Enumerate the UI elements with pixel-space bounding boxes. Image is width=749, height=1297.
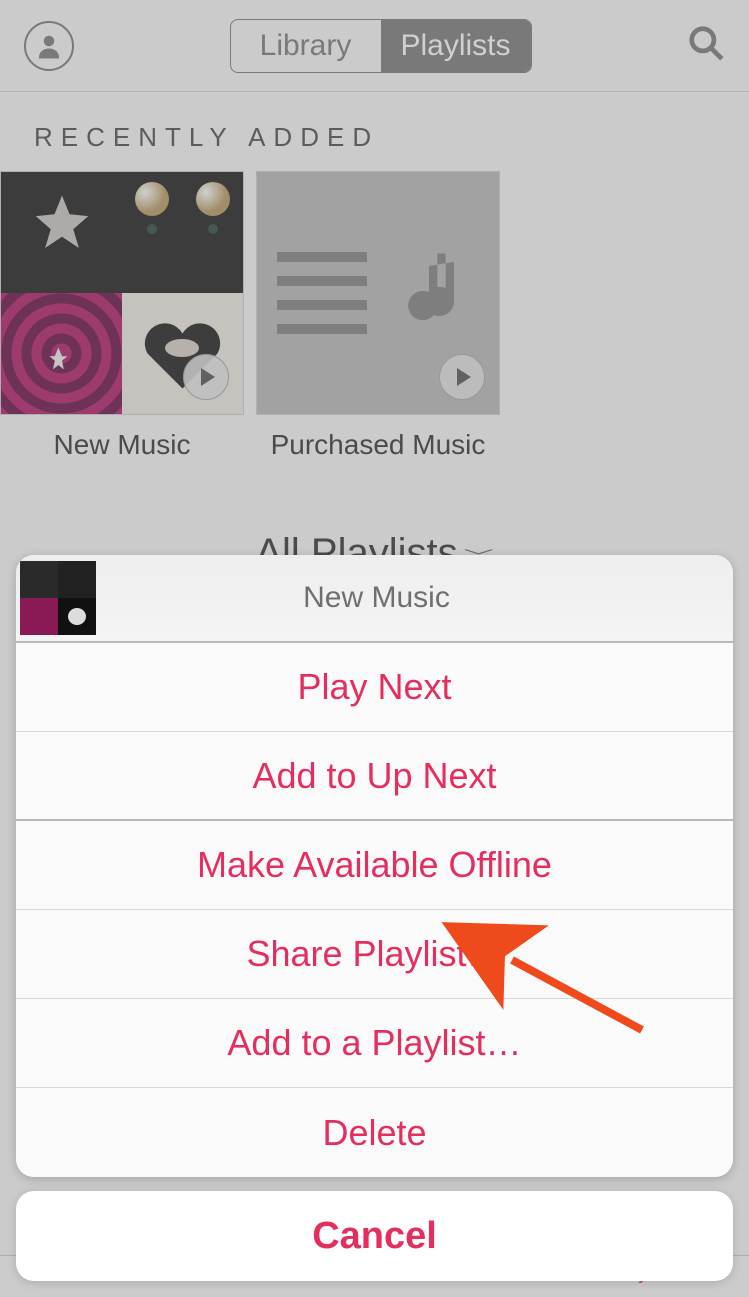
action-add-to-playlist[interactable]: Add to a Playlist…: [16, 999, 733, 1088]
tab-library[interactable]: Library: [231, 20, 381, 72]
tab-playlists[interactable]: Playlists: [381, 20, 531, 72]
playlist-label: New Music: [0, 415, 244, 461]
action-sheet: New Music Play Next Add to Up Next Make …: [16, 555, 733, 1281]
playlist-thumbnail-icon: [20, 561, 96, 635]
playlist-card-purchased[interactable]: Purchased Music: [256, 171, 500, 461]
action-play-next[interactable]: Play Next: [16, 643, 733, 732]
action-sheet-header: New Music: [16, 555, 733, 643]
top-toolbar: Library Playlists: [0, 0, 749, 92]
action-sheet-title: New Music: [96, 581, 733, 615]
library-playlists-segment[interactable]: Library Playlists: [230, 19, 532, 73]
play-icon[interactable]: [183, 354, 229, 400]
playlist-card-new-music[interactable]: New Music: [0, 171, 244, 461]
profile-icon[interactable]: [24, 21, 74, 71]
recently-added-row: New Music Purchased Music: [0, 171, 749, 461]
cancel-button[interactable]: Cancel: [16, 1191, 733, 1281]
section-title-recently-added: RECENTLY ADDED: [0, 92, 749, 171]
action-delete[interactable]: Delete: [16, 1088, 733, 1177]
action-share-playlist[interactable]: Share Playlist…: [16, 910, 733, 999]
action-make-available-offline[interactable]: Make Available Offline: [16, 821, 733, 910]
playlist-label: Purchased Music: [256, 415, 500, 461]
play-icon[interactable]: [439, 354, 485, 400]
search-icon[interactable]: [687, 24, 725, 67]
action-add-up-next[interactable]: Add to Up Next: [16, 732, 733, 821]
